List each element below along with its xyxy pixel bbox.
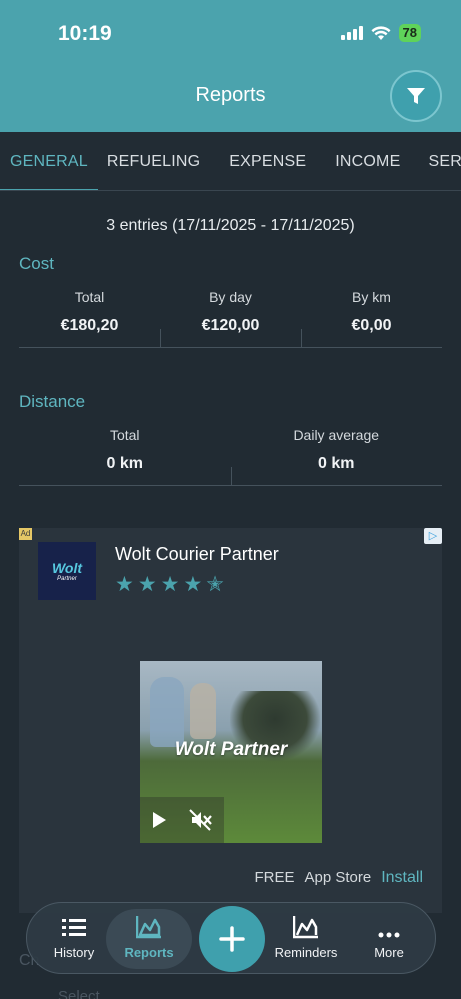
nav-history[interactable]: History (31, 909, 117, 969)
cost-total-value: €180,20 (60, 317, 119, 334)
distance-daily-average-value: 0 km (318, 455, 355, 472)
filter-button[interactable] (390, 70, 442, 122)
mute-icon[interactable] (189, 809, 213, 831)
entries-summary: 3 entries (17/11/2025 - 17/11/2025) (106, 217, 355, 234)
nav-reminders[interactable]: Reminders (263, 909, 349, 969)
battery-indicator: 78 (398, 24, 421, 42)
advertiser-logo: Wolt Partner (38, 542, 96, 600)
tab-general[interactable]: GENERAL (0, 132, 98, 190)
video-brand-text: Wolt Partner (174, 739, 288, 760)
app-header: 10:19 78 Reports (0, 0, 461, 132)
plus-icon (219, 926, 245, 952)
nav-more-label: More (374, 945, 404, 960)
video-figure (190, 683, 216, 739)
ad-choices-icon[interactable]: ▷ (424, 528, 442, 544)
advertiser-logo-word: Wolt (51, 560, 83, 576)
ad-store: App Store (304, 869, 372, 886)
nav-reminders-label: Reminders (274, 945, 338, 960)
tab-income[interactable]: INCOME (335, 132, 400, 190)
ad-title: Wolt Courier Partner (115, 544, 279, 564)
advertiser-logo-sub: Partner (57, 576, 77, 582)
report-tabs: GENERAL REFUELING EXPENSE INCOME SERVIC (0, 132, 461, 191)
cost-by-km-label: By km (352, 289, 391, 305)
nav-history-label: History (53, 945, 95, 960)
ad-price: FREE (254, 869, 295, 886)
ad-rating-stars: ★★★★✭ (115, 573, 228, 596)
tab-refueling[interactable]: REFUELING (107, 132, 200, 190)
cost-stats: Total €180,20 By day €120,00 By km €0,00 (19, 289, 442, 348)
bottom-nav: History Reports Reminders More (26, 902, 436, 974)
chart-icon (136, 916, 161, 939)
cost-by-km: By km €0,00 (301, 289, 442, 347)
cost-by-day-label: By day (209, 289, 252, 305)
filter-icon (407, 88, 425, 104)
video-figure (150, 677, 184, 747)
cost-by-day-value: €120,00 (201, 317, 260, 334)
video-controls (140, 797, 224, 843)
distance-section-title: Distance (19, 392, 86, 411)
cost-total-label: Total (74, 289, 105, 305)
tab-expense[interactable]: EXPENSE (229, 132, 306, 190)
nav-reports[interactable]: Reports (106, 909, 192, 969)
select-dropdown[interactable]: Select (58, 988, 100, 999)
list-icon (62, 919, 86, 936)
nav-reports-label: Reports (124, 945, 174, 960)
ad-banner[interactable]: Ad ▷ Wolt Partner Wolt Courier Partner ★… (19, 528, 442, 913)
distance-total-value: 0 km (106, 455, 143, 472)
cost-by-km-value: €0,00 (351, 317, 392, 334)
ad-install-button[interactable]: Install (381, 869, 423, 887)
distance-daily-average-label: Daily average (293, 427, 380, 443)
distance-total: Total 0 km (19, 427, 231, 485)
add-entry-button[interactable] (199, 906, 265, 972)
signal-icon (340, 26, 363, 40)
more-dots-icon (378, 932, 400, 938)
distance-stats: Total 0 km Daily average 0 km (19, 427, 442, 486)
status-time: 10:19 (58, 22, 112, 45)
chart-line-icon (293, 916, 318, 939)
status-icons: 78 (340, 24, 421, 42)
distance-daily-average: Daily average 0 km (230, 427, 443, 485)
ad-footer: FREE App Store Install (254, 869, 423, 887)
play-icon[interactable] (151, 811, 167, 829)
distance-total-label: Total (109, 427, 140, 443)
tab-service[interactable]: SERVIC (428, 132, 461, 190)
cost-by-day: By day €120,00 (160, 289, 301, 347)
ad-badge: Ad (19, 528, 32, 540)
wifi-icon (371, 25, 391, 40)
cost-total: Total €180,20 (19, 289, 160, 347)
nav-more[interactable]: More (346, 909, 432, 969)
ad-video[interactable]: Wolt Partner (140, 661, 322, 843)
cost-section-title: Cost (19, 254, 54, 273)
